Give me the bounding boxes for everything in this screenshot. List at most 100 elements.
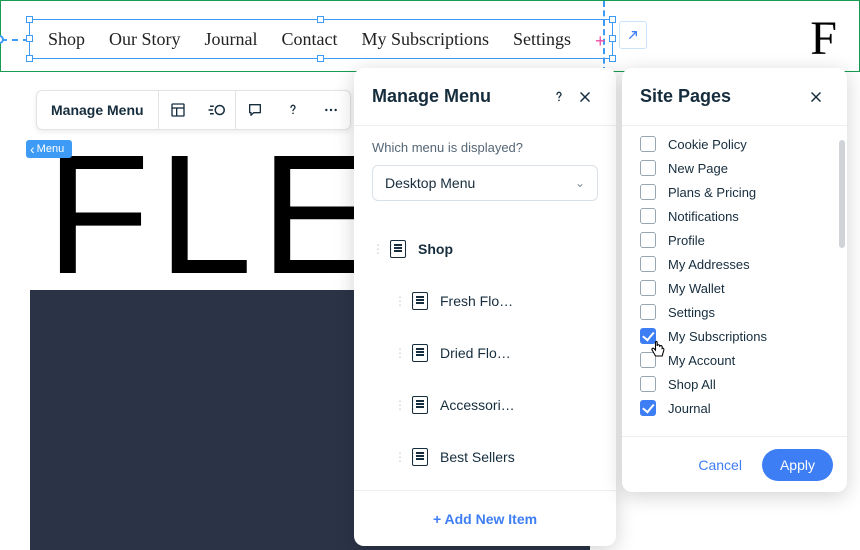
checkbox[interactable] xyxy=(640,208,656,224)
page-icon xyxy=(412,292,428,310)
checkbox[interactable] xyxy=(640,256,656,272)
nav-item-my-subscriptions[interactable]: My Subscriptions xyxy=(362,29,490,50)
scrollbar-thumb[interactable] xyxy=(839,140,845,248)
cancel-button[interactable]: Cancel xyxy=(688,449,752,481)
alignment-guide-node xyxy=(0,35,4,44)
resize-handle[interactable] xyxy=(609,16,616,23)
checkbox[interactable] xyxy=(640,376,656,392)
page-checkbox-row[interactable]: Shop All xyxy=(640,372,835,396)
page-label: Notifications xyxy=(668,209,739,224)
page-checkbox-row[interactable]: Notifications xyxy=(640,204,835,228)
menu-item-label: Dried Flo… xyxy=(440,345,511,361)
page-label: My Addresses xyxy=(668,257,750,272)
drag-handle-icon[interactable]: ⋮⋮ xyxy=(394,398,404,412)
checkbox[interactable] xyxy=(640,304,656,320)
stretch-button[interactable] xyxy=(619,21,647,49)
menu-item-row[interactable]: ⋮⋮ Dried Flo… xyxy=(372,327,598,379)
page-checkbox-row[interactable]: My Wallet xyxy=(640,276,835,300)
close-icon xyxy=(578,90,592,104)
page-checkbox-row[interactable]: Cookie Policy xyxy=(640,132,835,156)
site-pages-list: Cookie Policy New Page Plans & Pricing N… xyxy=(622,126,847,436)
page-checkbox-row[interactable]: New Page xyxy=(640,156,835,180)
checkbox[interactable] xyxy=(640,184,656,200)
drag-handle-icon[interactable]: ⋮⋮ xyxy=(394,346,404,360)
site-pages-title: Site Pages xyxy=(640,86,803,107)
resize-handle[interactable] xyxy=(609,55,616,62)
toolbar-layout-button[interactable] xyxy=(159,91,197,129)
toolbar-more-button[interactable] xyxy=(312,91,350,129)
page-checkbox-row[interactable]: My Subscriptions xyxy=(640,324,835,348)
resize-handle[interactable] xyxy=(609,35,616,42)
animation-icon xyxy=(207,103,225,117)
add-new-item-button[interactable]: + Add New Item xyxy=(354,490,616,546)
nav-item-settings[interactable]: Settings xyxy=(513,29,571,50)
comment-icon xyxy=(247,102,263,118)
nav-item-contact[interactable]: Contact xyxy=(282,29,338,50)
manage-menu-title: Manage Menu xyxy=(372,86,546,107)
help-icon xyxy=(285,102,301,118)
nav-item-our-story[interactable]: Our Story xyxy=(109,29,181,50)
checkbox[interactable] xyxy=(640,280,656,296)
menu-items-list: ⋮⋮ Shop ⋮⋮ Fresh Flo… ⋮⋮ Dried Flo… ⋮⋮ A… xyxy=(372,223,598,483)
checkbox[interactable] xyxy=(640,136,656,152)
page-label: My Account xyxy=(668,353,735,368)
panel-close-button[interactable] xyxy=(803,90,829,104)
page-icon xyxy=(412,448,428,466)
drag-handle-icon[interactable]: ⋮⋮ xyxy=(394,450,404,464)
page-checkbox-row[interactable]: My Addresses xyxy=(640,252,835,276)
page-checkbox-row[interactable]: My Account xyxy=(640,348,835,372)
toolbar-help-button[interactable] xyxy=(274,91,312,129)
help-icon xyxy=(551,89,567,105)
checkbox[interactable] xyxy=(640,160,656,176)
panel-close-button[interactable] xyxy=(572,90,598,104)
nav-item-journal[interactable]: Journal xyxy=(205,29,258,50)
page-label: Plans & Pricing xyxy=(668,185,756,200)
selected-menu-element[interactable]: Shop Our Story Journal Contact My Subscr… xyxy=(29,19,613,59)
resize-handle[interactable] xyxy=(26,55,33,62)
menu-item-row[interactable]: ⋮⋮ Fresh Flo… xyxy=(372,275,598,327)
page-checkbox-row[interactable]: Settings xyxy=(640,300,835,324)
checkbox[interactable] xyxy=(640,232,656,248)
canvas-header: Shop Our Story Journal Contact My Subscr… xyxy=(0,0,860,72)
page-label: Profile xyxy=(668,233,705,248)
toolbar-animation-button[interactable] xyxy=(197,91,235,129)
page-label: Journal xyxy=(668,401,711,416)
close-icon xyxy=(809,90,823,104)
more-icon xyxy=(323,102,339,118)
page-checkbox-row[interactable]: Journal xyxy=(640,396,835,420)
chevron-down-icon: ⌄ xyxy=(575,176,585,190)
menu-item-row[interactable]: ⋮⋮ Best Sellers xyxy=(372,431,598,483)
drag-handle-icon[interactable]: ⋮⋮ xyxy=(372,242,382,256)
resize-handle[interactable] xyxy=(317,16,324,23)
drag-handle-icon[interactable]: ⋮⋮ xyxy=(394,294,404,308)
checkbox[interactable] xyxy=(640,400,656,416)
page-icon xyxy=(390,240,406,258)
site-pages-panel: Site Pages Cookie Policy New Page Plans … xyxy=(622,68,847,492)
nav-item-shop[interactable]: Shop xyxy=(48,29,85,50)
menu-select-dropdown[interactable]: Desktop Menu ⌄ xyxy=(372,165,598,201)
resize-handle[interactable] xyxy=(26,16,33,23)
apply-button[interactable]: Apply xyxy=(762,449,833,481)
cursor-hand-icon xyxy=(648,340,668,362)
resize-handle[interactable] xyxy=(26,35,33,42)
menu-item-row[interactable]: ⋮⋮ Shop xyxy=(372,223,598,275)
panel-help-button[interactable] xyxy=(546,89,572,105)
toolbar-manage-menu-button[interactable]: Manage Menu xyxy=(37,91,159,129)
menu-item-label: Fresh Flo… xyxy=(440,293,513,309)
page-icon xyxy=(412,396,428,414)
page-checkbox-row[interactable]: Plans & Pricing xyxy=(640,180,835,204)
toolbar-comment-button[interactable] xyxy=(236,91,274,129)
manage-menu-panel: Manage Menu Which menu is displayed? Des… xyxy=(354,68,616,546)
menu-item-label: Best Sellers xyxy=(440,449,515,465)
layout-icon xyxy=(170,102,186,118)
which-menu-label: Which menu is displayed? xyxy=(372,140,598,155)
resize-handle[interactable] xyxy=(317,55,324,62)
page-checkbox-row[interactable]: Profile xyxy=(640,228,835,252)
menu-select-value: Desktop Menu xyxy=(385,175,475,191)
menu-item-row[interactable]: ⋮⋮ Accessori… xyxy=(372,379,598,431)
page-label: My Wallet xyxy=(668,281,725,296)
add-nav-item-icon[interactable]: + xyxy=(595,31,606,52)
menu-item-label: Accessori… xyxy=(440,397,515,413)
element-breadcrumb-menu[interactable]: Menu xyxy=(26,140,72,158)
element-toolbar: Manage Menu xyxy=(36,90,351,130)
